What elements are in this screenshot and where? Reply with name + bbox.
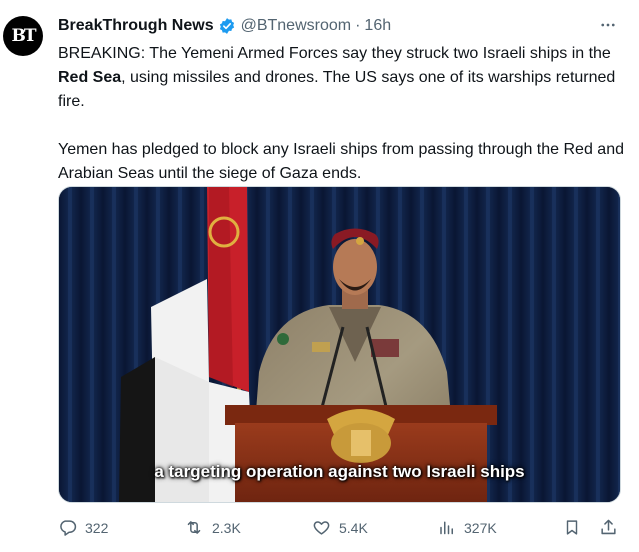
reply-button[interactable]: 322 [58, 514, 108, 542]
paragraph1-text-end: , using missiles and drones. The US says… [58, 69, 616, 110]
author-handle[interactable]: @BTnewsroom [241, 17, 352, 35]
reply-icon [58, 518, 77, 539]
more-dots-icon[interactable] [597, 15, 619, 35]
tweet-paragraph-2: Yemen has pledged to block any Israeli s… [58, 141, 624, 182]
video-player[interactable]: a targeting operation against two Israel… [58, 186, 621, 503]
verified-badge-icon [218, 17, 236, 35]
separator-dot: · [355, 17, 361, 34]
like-icon [312, 518, 331, 539]
repost-count: 2.3K [212, 520, 241, 536]
share-icon [599, 518, 618, 539]
repost-button[interactable]: 2.3K [184, 514, 241, 542]
repost-icon [184, 518, 204, 539]
video-frame-image [59, 187, 620, 502]
tweet-text: BREAKING: The Yemeni Armed Forces say th… [58, 42, 628, 186]
video-caption: a targeting operation against two Israel… [154, 462, 525, 481]
like-count: 5.4K [339, 520, 368, 536]
timestamp[interactable]: 16h [364, 17, 391, 35]
tweet-header: BreakThrough News @BTnewsroom · 16h [58, 14, 619, 38]
views-count: 327K [464, 520, 497, 536]
views-icon [438, 518, 456, 539]
paragraph1-text-start: BREAKING: The Yemeni Armed Forces say th… [58, 45, 611, 62]
author-name[interactable]: BreakThrough News [58, 17, 214, 35]
red-sea-link[interactable]: Red Sea [58, 69, 121, 86]
like-button[interactable]: 5.4K [312, 514, 368, 542]
tweet-paragraph-1: BREAKING: The Yemeni Armed Forces say th… [58, 42, 628, 114]
share-button[interactable] [599, 514, 618, 542]
avatar[interactable]: BT [3, 16, 43, 56]
bookmark-icon [563, 518, 581, 539]
reply-count: 322 [85, 520, 109, 536]
action-bar: 322 2.3K 5.4K 327K [58, 514, 621, 542]
views-button[interactable]: 327K [438, 514, 497, 542]
bookmark-button[interactable] [563, 514, 581, 542]
